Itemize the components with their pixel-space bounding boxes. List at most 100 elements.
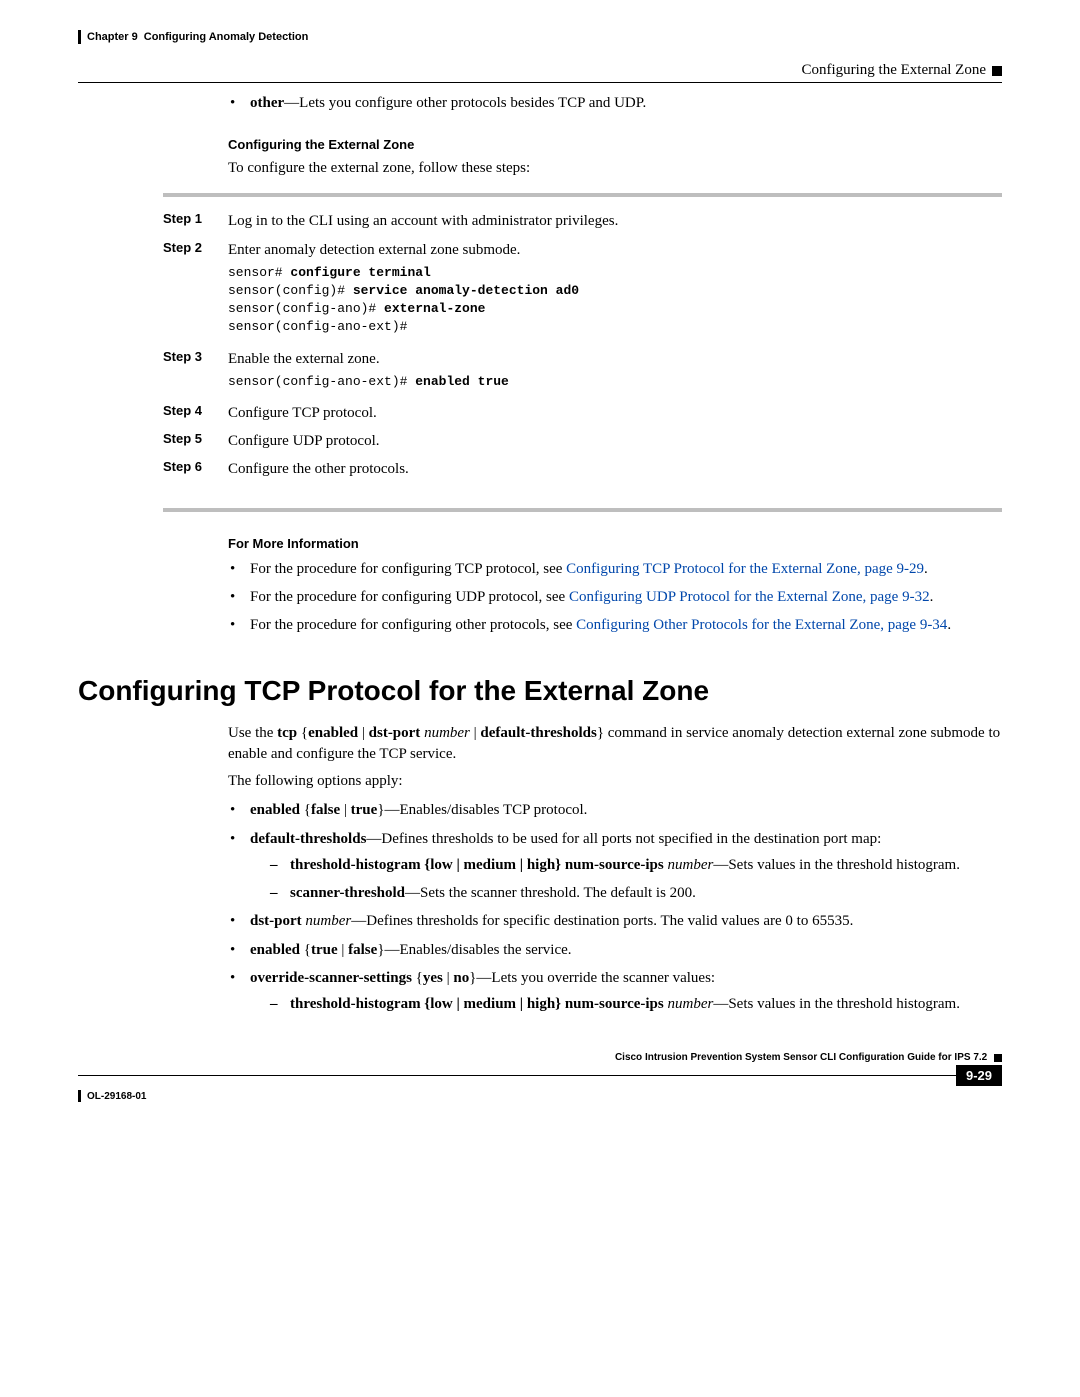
- steps-top-rule: [163, 193, 1002, 197]
- code-prompt: sensor#: [228, 265, 290, 280]
- kw: yes: [423, 970, 443, 986]
- kw: scanner-threshold: [290, 885, 405, 901]
- opt-enabled-tf: enabled {true | false}—Enables/disables …: [250, 940, 1002, 960]
- kw: enabled: [308, 725, 358, 741]
- more-info-item-3: For the procedure for configuring other …: [250, 615, 1002, 635]
- txt: |: [358, 725, 369, 741]
- txt: {: [412, 970, 423, 986]
- header-rule: [78, 82, 1002, 83]
- tcp-options-list: enabled {false | true}—Enables/disables …: [228, 800, 1002, 1014]
- mi2-pre: For the procedure for configuring UDP pr…: [250, 589, 569, 605]
- footer-guide-title: Cisco Intrusion Prevention System Sensor…: [78, 1052, 1002, 1063]
- step-5-label: Step 5: [163, 431, 228, 451]
- running-header: Chapter 9 Configuring Anomaly Detection: [78, 30, 1002, 44]
- more-info-item-2: For the procedure for configuring UDP pr…: [250, 587, 1002, 607]
- kw: enabled: [250, 802, 300, 818]
- txt: —Defines thresholds to be used for all p…: [366, 831, 881, 847]
- footer-docid: OL-29168-01: [78, 1090, 1002, 1102]
- opt-override-scanner: override-scanner-settings {yes | no}—Let…: [250, 968, 1002, 1015]
- kw: dst-port: [250, 913, 302, 929]
- kw: dst-port: [369, 725, 421, 741]
- more-info-list: For the procedure for configuring TCP pr…: [228, 559, 1002, 636]
- page-number-badge: 9-29: [956, 1065, 1002, 1086]
- mi3-pre: For the procedure for configuring other …: [250, 617, 576, 633]
- txt: {: [300, 942, 311, 958]
- mi1-pre: For the procedure for configuring TCP pr…: [250, 561, 566, 577]
- chapter-label: Chapter 9: [87, 31, 138, 43]
- code-cmd: service anomaly-detection ad0: [353, 283, 579, 298]
- step-3-code: sensor(config-ano-ext)# enabled true: [228, 373, 1002, 391]
- footer-square-icon: [994, 1054, 1002, 1062]
- code-prompt: sensor(config)#: [228, 283, 353, 298]
- header-right: Configuring the External Zone: [801, 62, 1002, 79]
- txt: —Sets the scanner threshold. The default…: [405, 885, 696, 901]
- subhead-cfg-zone: Configuring the External Zone: [228, 137, 1002, 152]
- kw: enabled: [250, 942, 300, 958]
- step-2: Step 2 Enter anomaly detection external …: [163, 240, 1002, 341]
- header-square-icon: [992, 66, 1002, 76]
- code-cmd: enabled true: [415, 374, 509, 389]
- kw: false: [311, 802, 340, 818]
- step-1-body: Log in to the CLI using an account with …: [228, 211, 1002, 231]
- footer-bar: 9-29: [78, 1065, 1002, 1086]
- opt-scanner-threshold: scanner-threshold—Sets the scanner thres…: [290, 883, 1002, 903]
- txt: —Defines thresholds for specific destina…: [351, 913, 853, 929]
- step-5: Step 5 Configure UDP protocol.: [163, 431, 1002, 451]
- txt: }—Enables/disables the service.: [377, 942, 571, 958]
- step-6-body: Configure the other protocols.: [228, 459, 1002, 479]
- step-2-text: Enter anomaly detection external zone su…: [228, 240, 1002, 260]
- txt: |: [340, 802, 351, 818]
- footer-rule: [78, 1075, 956, 1076]
- tcp-paragraph-1: Use the tcp {enabled | dst-port number |…: [228, 723, 1002, 765]
- txt: |: [443, 970, 454, 986]
- dash-list-2: threshold-histogram {low | medium | high…: [250, 994, 1002, 1014]
- guide-title-text: Cisco Intrusion Prevention System Sensor…: [615, 1052, 987, 1063]
- step-3-label: Step 3: [163, 349, 228, 395]
- txt: |: [338, 942, 349, 958]
- arg: number: [420, 725, 470, 741]
- section-heading-h1: Configuring TCP Protocol for the Externa…: [78, 675, 1002, 707]
- main-content: other—Lets you configure other protocols…: [228, 93, 1002, 1014]
- subhead-more-info: For More Information: [228, 536, 1002, 551]
- txt: {: [297, 725, 308, 741]
- doc-id-text: OL-29168-01: [87, 1091, 146, 1102]
- kw: no: [453, 970, 469, 986]
- header-bar-icon: [78, 30, 81, 44]
- code-prompt: sensor(config-ano-ext)#: [228, 319, 415, 334]
- other-desc: —Lets you configure other protocols besi…: [284, 95, 646, 111]
- kw: threshold-histogram {low | medium | high…: [290, 996, 664, 1012]
- opt-th-hist-2: threshold-histogram {low | medium | high…: [290, 994, 1002, 1014]
- txt: |: [470, 725, 481, 741]
- kw: threshold-histogram {low | medium | high…: [290, 857, 664, 873]
- step-3-body: Enable the external zone. sensor(config-…: [228, 349, 1002, 395]
- step-2-label: Step 2: [163, 240, 228, 341]
- step-3: Step 3 Enable the external zone. sensor(…: [163, 349, 1002, 395]
- dash-list-1: threshold-histogram {low | medium | high…: [250, 855, 1002, 904]
- step-1: Step 1 Log in to the CLI using an accoun…: [163, 211, 1002, 231]
- kw: override-scanner-settings: [250, 970, 412, 986]
- step-5-body: Configure UDP protocol.: [228, 431, 1002, 451]
- arg: number: [302, 913, 352, 929]
- bullet-list-other: other—Lets you configure other protocols…: [228, 93, 1002, 113]
- steps-bottom-rule: [163, 508, 1002, 512]
- kw: false: [348, 942, 377, 958]
- opt-dst-port: dst-port number—Defines thresholds for s…: [250, 911, 1002, 931]
- step-2-code: sensor# configure terminal sensor(config…: [228, 264, 1002, 337]
- step-4: Step 4 Configure TCP protocol.: [163, 403, 1002, 423]
- txt: }—Enables/disables TCP protocol.: [377, 802, 587, 818]
- arg: number: [664, 857, 714, 873]
- mi1-link[interactable]: Configuring TCP Protocol for the Externa…: [566, 561, 924, 577]
- code-prompt: sensor(config-ano)#: [228, 301, 384, 316]
- page: Chapter 9 Configuring Anomaly Detection …: [0, 0, 1080, 1122]
- cmd: tcp: [277, 725, 297, 741]
- kw: default-thresholds: [480, 725, 596, 741]
- tcp-paragraph-2: The following options apply:: [228, 771, 1002, 792]
- txt: }—Lets you override the scanner values:: [469, 970, 715, 986]
- cfg-zone-lead: To configure the external zone, follow t…: [228, 158, 1002, 179]
- bullet-other: other—Lets you configure other protocols…: [250, 93, 1002, 113]
- txt: Use the: [228, 725, 277, 741]
- mi3-link[interactable]: Configuring Other Protocols for the Exte…: [576, 617, 947, 633]
- step-6-label: Step 6: [163, 459, 228, 479]
- kw: true: [351, 802, 378, 818]
- mi2-link[interactable]: Configuring UDP Protocol for the Externa…: [569, 589, 930, 605]
